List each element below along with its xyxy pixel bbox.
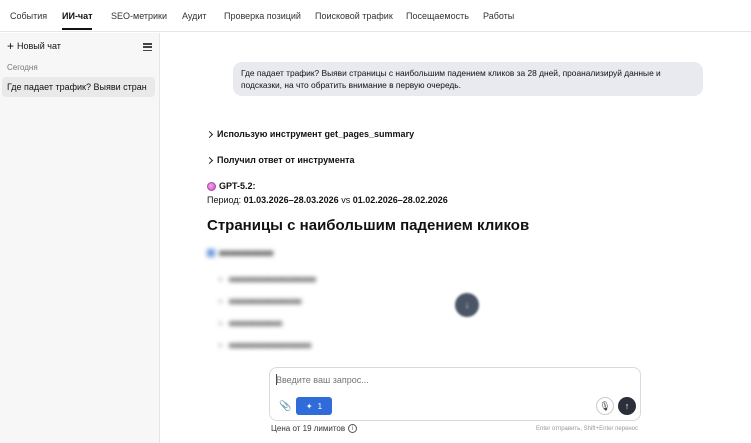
info-icon[interactable]: i — [348, 424, 358, 433]
model-avatar-icon — [207, 181, 216, 191]
tab-works[interactable]: Работы — [483, 11, 514, 21]
wand-icon: ✦ — [305, 401, 313, 411]
new-chat-label: Новый чат — [17, 41, 61, 51]
tab-position-check[interactable]: Проверка позиций — [224, 11, 301, 21]
arrow-up-icon: ↑ — [624, 401, 630, 411]
tab-seo-metrics[interactable]: SEO-метрики — [111, 11, 167, 21]
new-chat-button[interactable]: + Новый чат — [7, 38, 61, 53]
microphone-button[interactable]: 🎙 — [596, 397, 614, 415]
scroll-down-button[interactable]: ↓ — [455, 293, 479, 317]
tool-result-label: Получил ответ от инструмента — [217, 155, 355, 165]
blurred-list-item: ■■■■■■■■■■■■■■■ — [219, 297, 302, 306]
keyboard-hint: Enter отправить, Shift+Enter перенос — [536, 426, 639, 432]
model-count: 1 — [317, 401, 323, 411]
model-selector-button[interactable]: ✦ 1 — [296, 397, 332, 415]
blurred-list-item: ■■■■■■■■■■■ — [219, 319, 282, 328]
arrow-down-icon: ↓ — [464, 299, 470, 311]
period-prefix: Период: — [207, 195, 242, 205]
tool-step-label: Использую инструмент get_pages_summary — [217, 129, 415, 139]
tab-search-traffic[interactable]: Поисковой трафик — [315, 11, 393, 21]
menu-icon[interactable] — [143, 43, 152, 52]
period-current: 01.03.2026–28.03.2026 — [243, 195, 339, 205]
tool-step-toggle[interactable]: Использую инструмент get_pages_summary — [205, 129, 415, 139]
blurred-response-content: ■■■■■■■■■■ ■■■■■■■■■■■■■■■■■■ ■■■■■■■■■■… — [205, 245, 465, 365]
send-button[interactable]: ↑ — [618, 397, 636, 415]
period-vs: vs — [341, 195, 351, 205]
tab-audit[interactable]: Аудит — [182, 11, 207, 21]
paperclip-icon[interactable]: 📎 — [279, 401, 291, 412]
assistant-header: GPT-5.2: — [207, 181, 256, 191]
message-input[interactable] — [276, 373, 616, 387]
period-previous: 01.02.2026–28.02.2026 — [352, 195, 448, 205]
section-label-today: Сегодня — [7, 63, 38, 72]
active-tab-indicator — [62, 28, 92, 30]
chevron-right-icon — [205, 130, 214, 138]
chat-sidebar: + Новый чат Сегодня Где падает трафик? В… — [0, 33, 160, 443]
message-composer: 📎 ✦ 1 🎙 ↑ — [269, 367, 641, 421]
plus-icon: + — [7, 38, 15, 53]
tool-result-toggle[interactable]: Получил ответ от инструмента — [205, 155, 355, 165]
microphone-icon: 🎙 — [599, 400, 611, 411]
link-icon — [207, 249, 215, 257]
period-line: Период: 01.03.2026–28.03.2026 vs 01.02.2… — [207, 195, 448, 205]
tab-events[interactable]: События — [10, 11, 47, 21]
top-navigation: События ИИ-чат SEO-метрики Аудит Проверк… — [0, 0, 751, 32]
price-label: Цена от 19 лимитов — [271, 424, 346, 433]
blurred-url-line: ■■■■■■■■■■ — [207, 248, 273, 258]
tab-attendance[interactable]: Посещаемость — [406, 11, 469, 21]
chat-main: Где падает трафик? Выяви страницы с наиб… — [161, 33, 751, 443]
user-message-bubble: Где падает трафик? Выяви страницы с наиб… — [233, 62, 703, 96]
model-label: GPT-5.2: — [219, 181, 256, 191]
chat-list-item[interactable]: Где падает трафик? Выяви стран — [2, 77, 155, 97]
blurred-list-item: ■■■■■■■■■■■■■■■■■■ — [219, 275, 316, 284]
chevron-right-icon — [205, 156, 214, 164]
response-heading: Страницы с наибольшим падением кликов — [207, 217, 530, 234]
tab-ai-chat[interactable]: ИИ-чат — [62, 11, 93, 21]
price-info: Цена от 19 лимитов i — [271, 424, 358, 433]
blurred-list-item: ■■■■■■■■■■■■■■■■■ — [219, 341, 311, 350]
